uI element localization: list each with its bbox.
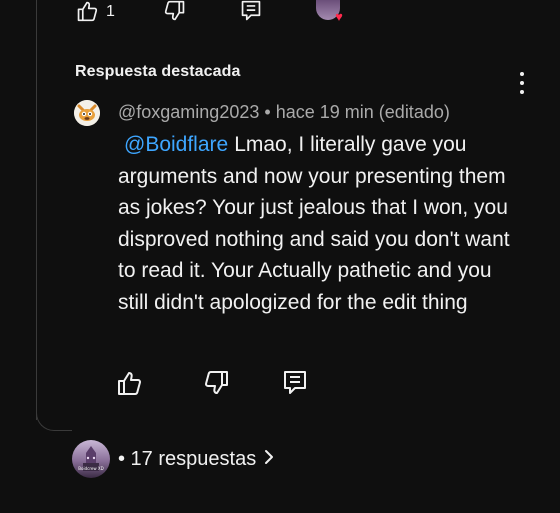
fox-avatar-icon xyxy=(74,100,100,126)
replies-count-label: • 17 respuestas xyxy=(118,448,274,471)
creator-heart-icon: ♥ xyxy=(335,9,343,24)
reply-button[interactable] xyxy=(282,370,308,396)
replier-avatar-tag: Boidcrew XD xyxy=(78,466,104,471)
comment-meta: @foxgaming2023 • hace 19 min (editado) xyxy=(118,102,450,123)
dislike-button[interactable] xyxy=(204,370,230,396)
thread-connector xyxy=(36,405,72,431)
reply-button[interactable] xyxy=(238,0,264,22)
reply-icon xyxy=(238,0,264,22)
dislike-button[interactable] xyxy=(162,0,188,22)
chevron-right-icon xyxy=(264,448,274,471)
featured-reply-label: Respuesta destacada xyxy=(75,63,241,80)
author-avatar[interactable] xyxy=(74,100,100,126)
comment-body: @Boidflare Lmao, I literally gave you arg… xyxy=(118,129,518,318)
creator-avatar: ♥ xyxy=(316,0,343,24)
comment-actions xyxy=(116,370,336,398)
like-button[interactable]: 1 xyxy=(74,0,115,22)
thumbs-down-icon xyxy=(204,370,230,396)
comment-text: Lmao, I literally gave you arguments and… xyxy=(118,133,510,314)
thumbs-up-icon xyxy=(116,370,142,396)
view-replies-button[interactable]: Boidcrew XD • 17 respuestas xyxy=(72,440,274,478)
thread-line xyxy=(36,0,37,420)
like-count: 1 xyxy=(106,3,115,20)
previous-comment-actions: 1 ♥ xyxy=(70,0,370,24)
kebab-dot xyxy=(520,90,524,94)
reply-icon xyxy=(282,370,308,396)
kebab-dot xyxy=(520,81,524,85)
thumbs-down-icon xyxy=(162,0,188,22)
comment-time: hace 19 min xyxy=(275,102,374,122)
like-button[interactable] xyxy=(116,370,142,396)
thumbs-up-icon xyxy=(74,0,100,22)
replies-label: • 17 respuestas xyxy=(118,447,257,470)
edited-label: (editado) xyxy=(378,102,450,122)
author-handle[interactable]: @foxgaming2023 xyxy=(118,102,259,122)
replier-avatar-image xyxy=(83,446,99,471)
meta-separator: • xyxy=(264,102,271,122)
more-options-button[interactable] xyxy=(514,72,530,94)
kebab-dot xyxy=(520,72,524,76)
replier-avatar: Boidcrew XD xyxy=(72,440,110,478)
mention-link[interactable]: @Boidflare xyxy=(124,133,228,156)
